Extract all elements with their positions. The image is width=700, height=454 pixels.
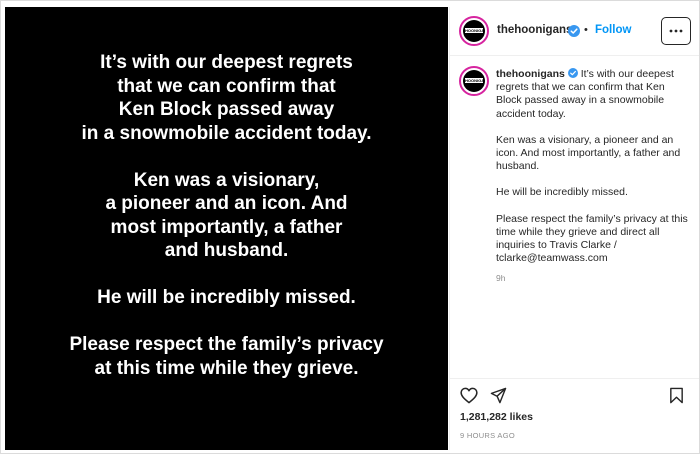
- post-side-panel: HOONIGAN thehoonigans • Follow H: [449, 7, 699, 450]
- caption-paragraph-4: Please respect the family’s privacy at t…: [496, 212, 688, 265]
- caption-paragraph-1: thehoonigans It’s with our deepest regre…: [496, 68, 692, 121]
- caption-verified-badge-icon: [567, 68, 578, 78]
- caption-avatar-image: HOONIGAN: [463, 70, 485, 92]
- image-paragraph-2: Ken was a visionary, a pioneer and an ic…: [105, 169, 348, 262]
- post-image-text: It’s with our deepest regrets that we ca…: [5, 51, 448, 404]
- caption-timestamp[interactable]: 9h: [496, 272, 692, 285]
- image-paragraph-3: He will be incredibly missed.: [97, 287, 356, 308]
- image-paragraph-1: It’s with our deepest regrets that we ca…: [81, 52, 372, 144]
- post-actions: 1,281,282 likes 9 HOURS AGO: [450, 378, 699, 451]
- bookmark-icon[interactable]: [669, 387, 684, 404]
- image-paragraph-4: Please respect the family’s privacy at t…: [69, 334, 384, 379]
- avatar[interactable]: HOONIGAN: [459, 16, 489, 46]
- caption-avatar-logo-text: HOONIGAN: [465, 78, 483, 83]
- header-username[interactable]: thehoonigans: [497, 24, 572, 36]
- heart-icon[interactable]: [460, 387, 478, 404]
- post-header: HOONIGAN thehoonigans • Follow: [450, 7, 699, 56]
- more-options-button[interactable]: [661, 17, 691, 45]
- caption-paragraph-2: Ken was a visionary, a pioneer and an ic…: [496, 133, 681, 173]
- caption-text: thehoonigans It’s with our deepest regre…: [496, 68, 692, 286]
- verified-badge-icon: [568, 25, 580, 37]
- more-horizontal-icon: [669, 29, 683, 33]
- send-icon[interactable]: [490, 387, 507, 404]
- caption-avatar[interactable]: HOONIGAN: [459, 66, 489, 96]
- caption-area: HOONIGAN thehoonigans It’s with our deep…: [450, 56, 699, 378]
- likes-count[interactable]: 1,281,282 likes: [460, 411, 533, 423]
- follow-button[interactable]: Follow: [595, 24, 631, 36]
- avatar-image: HOONIGAN: [463, 20, 485, 42]
- post-timestamp[interactable]: 9 HOURS AGO: [460, 431, 515, 440]
- caption-paragraph-3: He will be incredibly missed.: [496, 186, 628, 199]
- post-dialog: It’s with our deepest regrets that we ca…: [0, 0, 700, 454]
- separator-dot: •: [584, 24, 588, 36]
- post-image: It’s with our deepest regrets that we ca…: [5, 7, 448, 450]
- caption-username[interactable]: thehoonigans: [496, 68, 565, 80]
- avatar-logo-text: HOONIGAN: [465, 28, 483, 33]
